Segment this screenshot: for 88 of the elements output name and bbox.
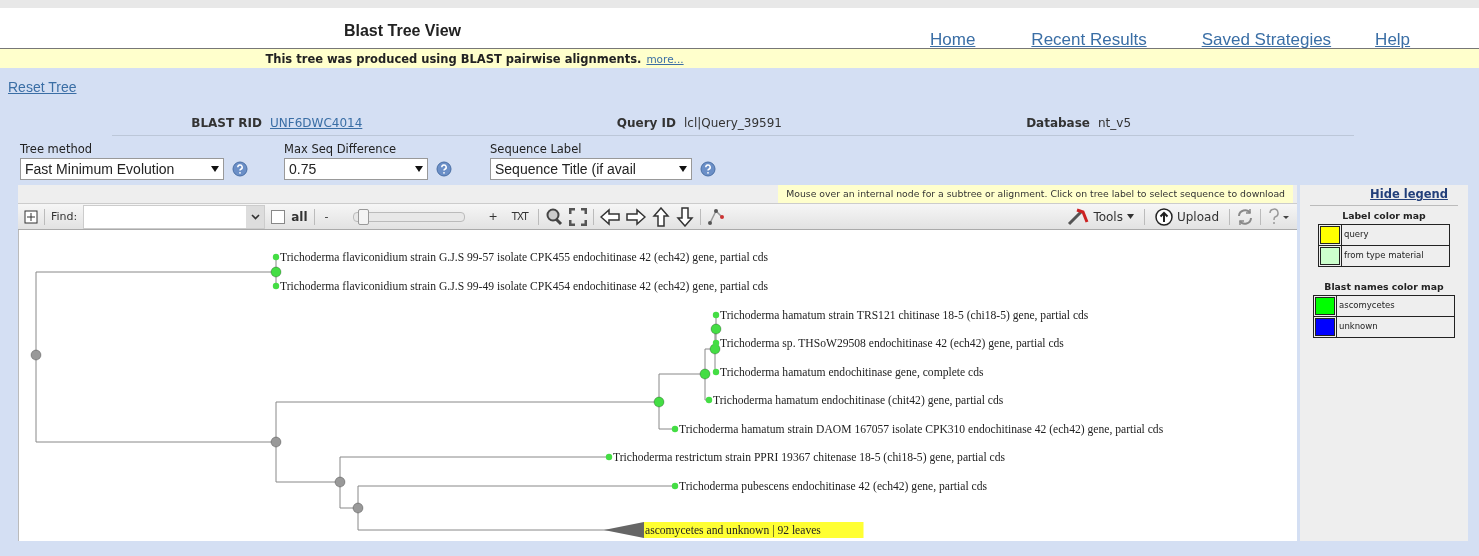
upload-icon [1154, 207, 1173, 226]
down-arrow-icon[interactable] [675, 206, 694, 227]
leaf-node[interactable] [272, 253, 280, 261]
option-label: Sequence Label [490, 142, 583, 156]
search-icon[interactable] [544, 207, 563, 226]
option-label: Max Seq Difference [284, 142, 398, 156]
tree-node[interactable] [710, 323, 722, 335]
caret-icon [679, 166, 687, 172]
right-arrow-icon[interactable] [625, 207, 646, 226]
leaf-node[interactable] [712, 368, 720, 376]
upload-button[interactable]: Upload [1150, 207, 1223, 226]
all-checkbox[interactable] [271, 209, 286, 224]
tools-icon [1067, 207, 1090, 226]
left-arrow-icon[interactable] [599, 207, 620, 226]
info-value: lcl|Query_39591 [684, 116, 782, 130]
tree-node[interactable] [653, 396, 665, 408]
nav-link[interactable]: Recent Results [1031, 30, 1147, 50]
tree-node[interactable] [334, 476, 346, 488]
leaf-node[interactable] [671, 425, 679, 433]
info-label: BLAST RID [190, 116, 262, 130]
leaf-label[interactable]: Trichoderma flaviconidium strain G.J.S 99-49 isolate CPK454 endochitinase 42 (ech42) gene, partial cds [280, 280, 769, 293]
leaf-node[interactable] [605, 453, 613, 461]
nav-link[interactable]: Saved Strategies [1201, 30, 1332, 50]
option-select[interactable]: Sequence Title (if avail [490, 158, 692, 180]
caret-icon [1126, 214, 1134, 219]
slider-thumb[interactable] [357, 208, 369, 225]
leaf-label[interactable]: Trichoderma hamatum strain DAOM 167057 isolate CPK310 endochitinase 42 (ech42) gene, partial cds [679, 423, 1164, 436]
tree-node[interactable] [30, 349, 42, 361]
hint-text: Mouse over an internal node for a subtree or alignment. Click on tree label to select sequence to download [778, 185, 1293, 203]
info-label: Query ID [615, 116, 676, 130]
info-value[interactable]: UNF6DWC4014 [270, 116, 363, 130]
caret-icon [211, 166, 219, 172]
legend-entry: ascomycetes [1336, 296, 1454, 316]
tools-button[interactable]: Tools [1063, 207, 1138, 226]
nodes-icon[interactable] [706, 207, 725, 226]
txt-button[interactable]: TXT [507, 211, 532, 222]
legend-entry: unknown [1336, 317, 1454, 337]
option-select[interactable]: 0.75 [284, 158, 428, 180]
reset-tree-link[interactable]: Reset Tree [8, 79, 1479, 97]
zoom-in-button[interactable]: + [484, 210, 502, 223]
leaf-label[interactable]: Trichoderma hamatum endochitinase (chit42) gene, partial cds [713, 394, 1004, 407]
tree-node[interactable] [699, 368, 711, 380]
tree-node[interactable] [270, 436, 282, 448]
legend-title: Blast names color map [1324, 281, 1444, 292]
info-label: Database [1025, 116, 1090, 130]
page-title: Blast Tree View [343, 22, 462, 41]
leaf-label[interactable]: Trichoderma flaviconidium strain G.J.S 99-57 isolate CPK455 endochitinase 42 (ech42) gene, partial cds [280, 251, 769, 264]
zoom-out-button[interactable]: - [320, 210, 333, 223]
hide-legend-link[interactable]: Hide legend [1370, 187, 1448, 201]
banner-text: This tree was produced using BLAST pairwise alignments. [265, 51, 642, 66]
leaf-label[interactable]: Trichoderma hamatum endochitinase gene, complete cds [720, 366, 984, 379]
nav-link[interactable]: Home [930, 30, 976, 50]
leaf-label[interactable]: Trichoderma pubescens endochitinase 42 (ech42) gene, partial cds [679, 480, 987, 493]
nav-link[interactable]: Help [1375, 30, 1411, 50]
leaf-label[interactable]: Trichoderma hamatum strain TRS121 chitinase 18-5 (chi18-5) gene, partial cds [720, 309, 1089, 322]
leaf-node[interactable] [272, 282, 280, 290]
all-label: all [291, 209, 308, 224]
leaf-label[interactable]: Trichoderma restrictum strain PPRI 19367 chitenase 18-5 (chi18-5) gene, partial cds [613, 451, 1006, 464]
zoom-slider[interactable] [352, 211, 465, 222]
tree-node[interactable] [270, 266, 282, 278]
fullscreen-icon[interactable] [568, 207, 587, 226]
info-value: nt_v5 [1098, 116, 1132, 130]
option-select[interactable]: Fast Minimum Evolution [20, 158, 224, 180]
option-label: Tree method [20, 142, 94, 156]
help-icon[interactable] [700, 161, 716, 177]
more-link[interactable]: more... [646, 52, 684, 65]
legend-entry: query [1341, 225, 1449, 245]
collapsed-label[interactable]: ascomycetes and unknown | 92 leaves [644, 522, 864, 538]
tree-node[interactable] [352, 502, 364, 514]
leaf-node[interactable] [712, 311, 720, 319]
caret-icon [415, 166, 423, 172]
tree-node[interactable] [709, 343, 721, 355]
help-icon[interactable] [436, 161, 452, 177]
caret-icon [250, 213, 260, 220]
leaf-node[interactable] [671, 482, 679, 490]
collapsed-subtree-icon[interactable] [604, 522, 644, 538]
expand-icon[interactable] [24, 209, 38, 224]
help-icon[interactable] [232, 161, 248, 177]
legend-entry: from type material [1341, 246, 1449, 266]
legend-title: Label color map [1342, 210, 1426, 221]
help-menu-icon[interactable] [1267, 207, 1291, 226]
find-field[interactable] [83, 204, 266, 229]
leaf-label[interactable]: Trichoderma sp. THSoW29508 endochitinase 42 (ech42) gene, partial cds [720, 337, 1064, 350]
leaf-node[interactable] [705, 396, 713, 404]
leaf-node[interactable] [712, 339, 720, 347]
find-label: Find: [51, 210, 78, 223]
up-arrow-icon[interactable] [651, 206, 670, 227]
refresh-icon[interactable] [1236, 207, 1254, 226]
